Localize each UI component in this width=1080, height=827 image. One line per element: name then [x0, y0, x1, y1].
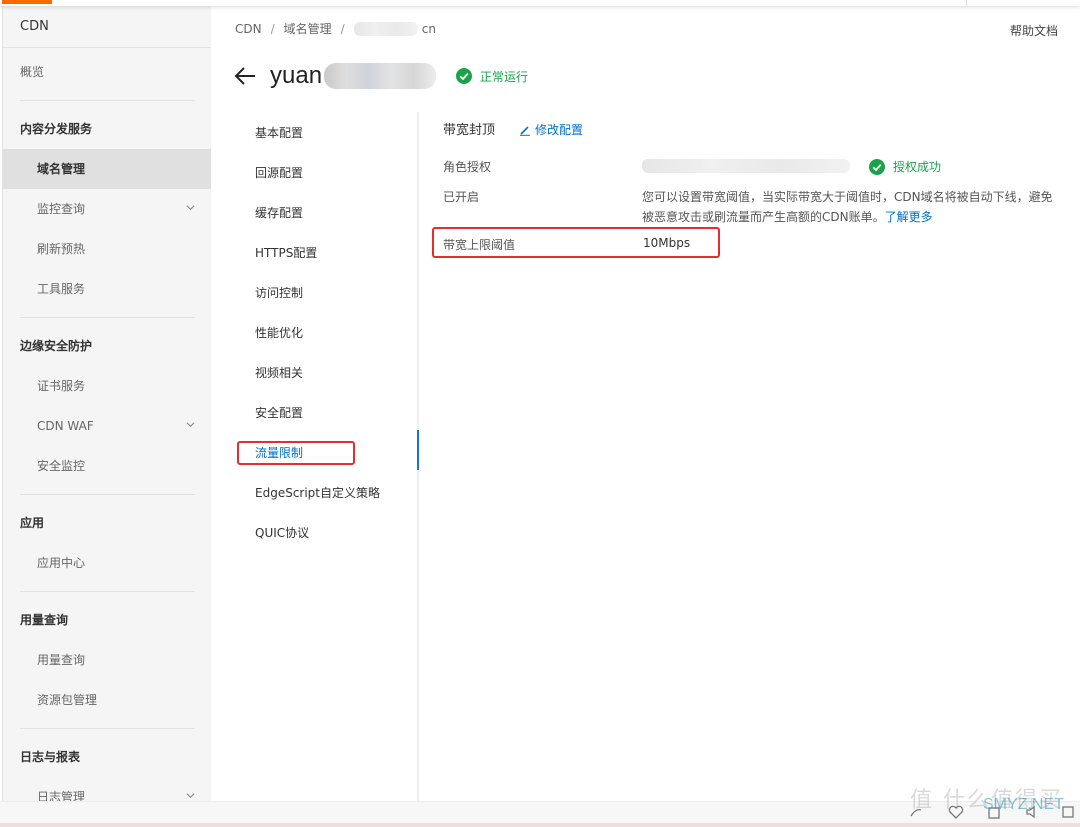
sidebar-item-app-center[interactable]: 应用中心: [3, 543, 211, 583]
sidebar-group-applications: 应用: [20, 516, 45, 530]
sidebar-item-label: 监控查询: [37, 202, 86, 216]
sidebar-item-overview[interactable]: 概览: [3, 52, 211, 92]
role-auth-label: 角色授权: [443, 160, 492, 174]
sidebar-title: CDN: [3, 6, 211, 48]
sidebar-item-label: CDN WAF: [37, 419, 94, 433]
check-circle-icon: [456, 68, 473, 84]
sidebar-group-content-delivery: 内容分发服务: [20, 122, 93, 136]
tab-access-control[interactable]: 访问控制: [237, 273, 417, 313]
top-bar: [0, 0, 1080, 6]
tab-https-config[interactable]: HTTPS配置: [237, 233, 417, 273]
sidebar-item-log-management[interactable]: 日志管理: [3, 777, 211, 801]
redacted-domain: [353, 21, 418, 36]
console-accent-bar: [2, 0, 52, 4]
enabled-label: 已开启: [443, 190, 480, 204]
sidebar-item-security-monitoring[interactable]: 安全监控: [3, 446, 211, 486]
sidebar-item-label: 证书服务: [37, 379, 86, 393]
tab-cache-config[interactable]: 缓存配置: [237, 193, 417, 233]
learn-more-link[interactable]: 了解更多: [885, 210, 933, 224]
bottom-strip: [0, 823, 1080, 827]
sidebar-divider: [20, 100, 195, 101]
config-tabs: 基本配置 回源配置 缓存配置 HTTPS配置 访问控制 性能优化 视频相关 安全…: [237, 113, 417, 553]
tab-security-config[interactable]: 安全配置: [237, 393, 417, 433]
page-title: yuan: [270, 62, 323, 89]
chevron-down-icon: [186, 793, 195, 799]
help-docs-link[interactable]: 帮助文档: [1010, 22, 1058, 39]
top-bar-divider: [966, 0, 967, 6]
tab-basic-config[interactable]: 基本配置: [237, 113, 417, 153]
sidebar-item-usage-query[interactable]: 用量查询: [3, 640, 211, 680]
sidebar-item-label: 工具服务: [37, 282, 86, 296]
sidebar: CDN 概览 内容分发服务 域名管理 监控查询 刷新预热 工具服务 边缘安全防护…: [2, 6, 211, 801]
sidebar-item-tools[interactable]: 工具服务: [3, 269, 211, 309]
sidebar-divider: [20, 494, 195, 495]
tab-video[interactable]: 视频相关: [237, 353, 417, 393]
tab-performance[interactable]: 性能优化: [237, 313, 417, 353]
sidebar-divider: [20, 317, 195, 318]
threshold-value: 10Mbps: [643, 236, 691, 250]
threshold-label: 带宽上限阈值: [443, 238, 516, 252]
section-title: 带宽封顶: [443, 123, 496, 138]
tab-quic[interactable]: QUIC协议: [237, 513, 417, 553]
check-circle-icon: [869, 158, 885, 175]
tab-origin-config[interactable]: 回源配置: [237, 153, 417, 193]
sidebar-item-label: 日志管理: [37, 790, 86, 801]
sidebar-item-refresh-preload[interactable]: 刷新预热: [3, 229, 211, 269]
auth-status-label: 授权成功: [893, 160, 942, 174]
sidebar-item-monitoring[interactable]: 监控查询: [3, 189, 211, 229]
sidebar-item-label: 资源包管理: [37, 693, 98, 707]
sidebar-item-cdn-waf[interactable]: CDN WAF: [3, 406, 211, 446]
sidebar-group-edge-security: 边缘安全防护: [20, 339, 93, 353]
sidebar-item-label: 域名管理: [37, 162, 86, 176]
chevron-down-icon: [186, 422, 195, 428]
active-tab-indicator: [417, 430, 419, 470]
sidebar-group-usage: 用量查询: [20, 613, 69, 627]
tab-edgescript[interactable]: EdgeScript自定义策略: [237, 473, 417, 513]
bandwidth-cap-description: 您可以设置带宽阈值，当实际带宽大于阈值时，CDN域名将被自动下线，避免被恶意攻击…: [642, 187, 1062, 227]
back-arrow-icon[interactable]: [234, 66, 256, 86]
sidebar-item-label: 安全监控: [37, 459, 86, 473]
edit-config-label: 修改配置: [535, 123, 584, 137]
sidebar-divider: [20, 591, 195, 592]
watermark-site: SMYZ.NET: [983, 796, 1064, 813]
sidebar-divider: [20, 728, 195, 729]
sidebar-item-label: 刷新预热: [37, 242, 86, 256]
redacted-title: [324, 63, 437, 89]
description-text: 您可以设置带宽阈值，当实际带宽大于阈值时，CDN域名将被自动下线，避免被恶意攻击…: [642, 190, 1053, 224]
edit-icon: [520, 125, 530, 136]
breadcrumb: CDN / 域名管理 / cn: [235, 20, 436, 37]
sidebar-item-domain-management[interactable]: 域名管理: [3, 149, 211, 189]
chevron-down-icon: [186, 205, 195, 211]
redacted-role: [642, 159, 850, 173]
page-title-row: yuan 正常运行: [234, 58, 528, 94]
breadcrumb-domain-management[interactable]: 域名管理: [284, 20, 332, 37]
sidebar-item-label: 用量查询: [37, 653, 86, 667]
sidebar-item-certificates[interactable]: 证书服务: [3, 366, 211, 406]
auth-status: 授权成功: [869, 158, 941, 175]
sidebar-group-logs-reports: 日志与报表: [20, 750, 81, 764]
edit-config-button[interactable]: 修改配置: [519, 121, 583, 138]
breadcrumb-separator: /: [340, 21, 345, 36]
breadcrumb-cdn[interactable]: CDN: [235, 22, 262, 36]
status-badge: 正常运行: [456, 68, 528, 85]
sidebar-item-label: 应用中心: [37, 556, 86, 570]
breadcrumb-separator: /: [270, 21, 275, 36]
status-label: 正常运行: [480, 69, 529, 84]
sidebar-item-resource-packages[interactable]: 资源包管理: [3, 680, 211, 720]
tab-traffic-limit[interactable]: 流量限制: [237, 433, 417, 473]
breadcrumb-domain-suffix: cn: [421, 21, 436, 36]
